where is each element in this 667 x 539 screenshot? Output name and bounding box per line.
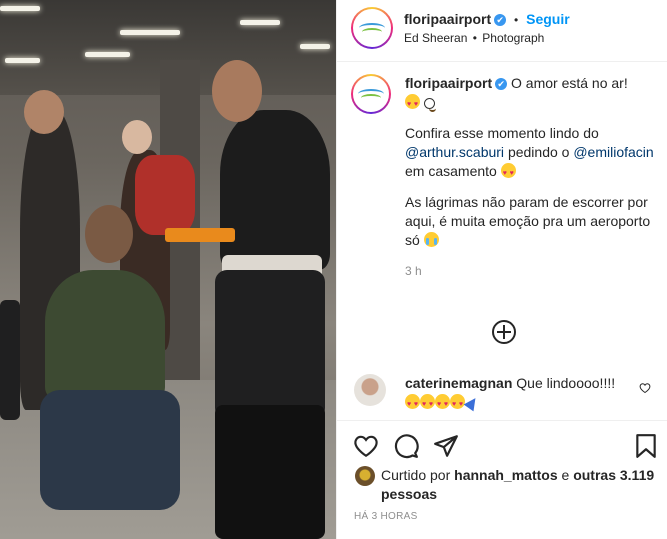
likes-summary: Curtido por hannah_mattos e outras 3.119… bbox=[351, 466, 661, 504]
logo-icon bbox=[359, 23, 385, 33]
music-link[interactable]: Ed Sheeran bbox=[404, 31, 467, 45]
avatar-logo bbox=[353, 9, 391, 47]
follow-button[interactable]: Seguir bbox=[526, 11, 570, 27]
photo-head bbox=[122, 120, 152, 154]
liker-avatar[interactable] bbox=[355, 466, 375, 486]
post-photo[interactable] bbox=[0, 0, 336, 539]
comment-text-block: caterinemagnan Que lindoooo!!!! bbox=[349, 374, 661, 414]
photo-person-standing bbox=[220, 110, 330, 270]
verified-icon: ✔ bbox=[495, 78, 508, 90]
mention-emilio[interactable]: @emiliofacin bbox=[573, 144, 653, 160]
heart-eyes-emoji-icon bbox=[435, 394, 450, 414]
caption-p2-end: em casamento bbox=[405, 163, 497, 179]
caption-paragraph-3: As lágrimas não param de escorrer por aq… bbox=[405, 193, 661, 250]
caption-headline: O amor está no ar! bbox=[511, 75, 628, 91]
party-popper-emoji-icon bbox=[465, 394, 480, 409]
comment-text: Que lindoooo!!!! bbox=[516, 375, 616, 391]
post-actions-bar bbox=[337, 420, 667, 464]
photo-light bbox=[5, 58, 40, 63]
header-separator: • bbox=[514, 13, 519, 27]
photo-backpack bbox=[215, 270, 325, 420]
comment-icon[interactable] bbox=[393, 433, 419, 459]
caption-first-line: floripaairport ✔ O amor está no ar! bbox=[405, 74, 661, 93]
photo-head bbox=[85, 205, 133, 263]
post-header: floripaairport ✔ • Seguir Ed Sheeran • Ph… bbox=[337, 0, 667, 62]
load-more-comments-button[interactable] bbox=[492, 320, 516, 344]
share-icon[interactable] bbox=[433, 433, 459, 459]
comment-like-heart-icon[interactable] bbox=[639, 382, 651, 394]
post-timestamp[interactable]: HÁ 3 HORAS bbox=[354, 511, 418, 522]
caption-p2-start: Confira esse momento lindo do bbox=[405, 125, 599, 141]
caption-time[interactable]: 3 h bbox=[405, 262, 661, 281]
commenter-avatar[interactable] bbox=[354, 374, 386, 406]
caption-emoji-line bbox=[405, 93, 661, 114]
photo-light bbox=[85, 52, 130, 57]
caption-row: floripaairport✔ O amor está no ar! Confi… bbox=[349, 74, 661, 281]
mention-arthur[interactable]: @arthur.scaburi bbox=[405, 144, 504, 160]
subtitle-dot: • bbox=[472, 31, 477, 45]
verified-icon: ✔ bbox=[494, 14, 507, 26]
header-username[interactable]: floripaairport bbox=[404, 11, 491, 27]
caption-p3: As lágrimas não param de escorrer por aq… bbox=[405, 194, 651, 248]
photo-light bbox=[120, 30, 180, 35]
smile-emoji-icon bbox=[423, 98, 436, 112]
likes-text: Curtido por hannah_mattos e outras 3.119… bbox=[351, 466, 661, 504]
photo-luggage bbox=[0, 300, 20, 420]
post-panel: floripaairport ✔ • Seguir Ed Sheeran • Ph… bbox=[336, 0, 667, 539]
media-type: Photograph bbox=[482, 31, 545, 45]
heart-eyes-emoji-icon bbox=[450, 394, 465, 414]
liker-username[interactable]: hannah_mattos bbox=[454, 467, 557, 483]
profile-avatar[interactable] bbox=[351, 7, 393, 49]
photo-head bbox=[212, 60, 262, 122]
likes-prefix: Curtido por bbox=[381, 467, 451, 483]
heart-eyes-emoji-icon bbox=[405, 394, 420, 414]
heart-icon[interactable] bbox=[353, 433, 379, 459]
header-title-row: floripaairport ✔ • Seguir bbox=[404, 11, 570, 27]
photo-flowers bbox=[135, 155, 195, 235]
photo-light bbox=[300, 44, 330, 49]
caption-username[interactable]: floripaairport bbox=[405, 75, 492, 91]
photo-suitcase bbox=[215, 405, 325, 539]
caption-avatar-logo bbox=[353, 76, 389, 112]
smiling-hearts-emoji-icon bbox=[405, 94, 420, 114]
crying-emoji-icon bbox=[423, 232, 439, 247]
post-caption: floripaairport✔ O amor está no ar! Confi… bbox=[349, 74, 661, 281]
photo-light bbox=[240, 20, 280, 25]
photo-orange-box bbox=[165, 228, 235, 242]
caption-paragraph-2: Confira esse momento lindo do @arthur.sc… bbox=[405, 124, 661, 183]
comment-item: caterinemagnan Que lindoooo!!!! bbox=[349, 374, 661, 414]
photo-jeans bbox=[40, 390, 180, 510]
caption-p2-mid: pedindo o bbox=[507, 144, 570, 160]
photo-head bbox=[24, 90, 64, 134]
heart-eyes-emoji-icon bbox=[500, 163, 516, 183]
photo-light bbox=[0, 6, 40, 11]
likes-and: e bbox=[561, 467, 570, 483]
commenter-username[interactable]: caterinemagnan bbox=[405, 375, 512, 391]
photo-person-kneeling bbox=[45, 270, 165, 400]
header-subtitle: Ed Sheeran • Photograph bbox=[404, 31, 544, 45]
caption-avatar[interactable] bbox=[351, 74, 391, 114]
logo-icon bbox=[358, 89, 384, 99]
bookmark-icon[interactable] bbox=[633, 433, 659, 459]
heart-eyes-emoji-icon bbox=[420, 394, 435, 414]
